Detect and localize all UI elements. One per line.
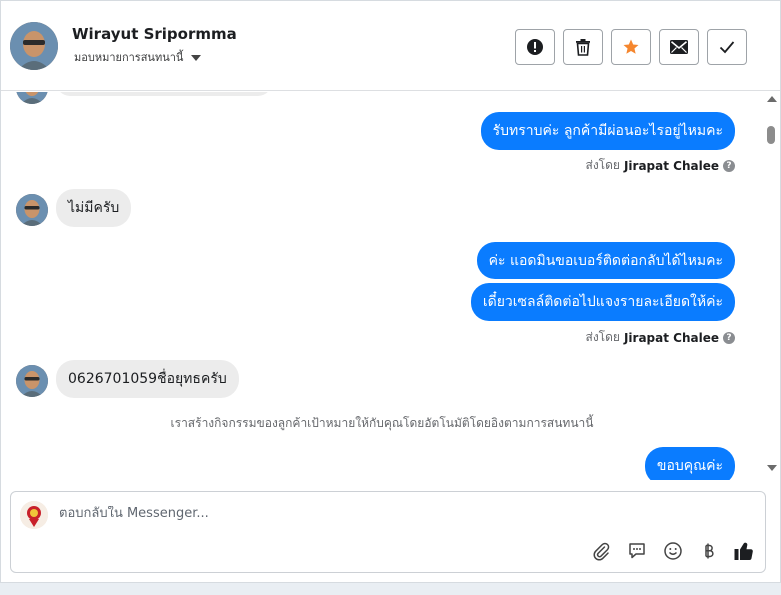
alert-circle-icon [527, 39, 543, 55]
assign-conversation-dropdown[interactable]: มอบหมายการสนทนานี้ [74, 48, 202, 66]
reply-input[interactable] [59, 506, 659, 521]
help-icon[interactable]: ? [723, 331, 735, 344]
conversation-header: Wirayut Sripormma มอบหมายการสนทนานี้ [1, 1, 780, 91]
contact-name[interactable]: Wirayut Sripormma [72, 25, 237, 43]
message-incoming[interactable]: ไม่มีครับ [56, 189, 132, 227]
sent-by-label: ส่งโดย Jirapat Chalee ? [585, 328, 735, 347]
reply-composer [10, 491, 766, 573]
done-button[interactable] [707, 29, 747, 65]
message-outgoing[interactable]: ขอบคุณค่ะ [644, 447, 735, 480]
sent-by-prefix: ส่งโดย [585, 330, 620, 344]
baht-payment-icon[interactable] [697, 539, 721, 563]
trash-icon [576, 39, 590, 56]
message-scrollbar[interactable] [764, 92, 779, 478]
thumbs-up-icon[interactable] [732, 539, 756, 563]
report-button[interactable] [515, 29, 555, 65]
saved-replies-icon[interactable] [625, 539, 649, 563]
contact-avatar-small [16, 194, 48, 226]
mail-button[interactable] [659, 29, 699, 65]
message-outgoing[interactable]: ค่ะ แอดมินขอเบอร์ติดต่อกลับได้ไหมคะ [476, 242, 735, 279]
scroll-up-arrow-icon[interactable] [767, 96, 777, 102]
message-thread[interactable]: รับทราบค่ะ ลูกค้ามีผ่อนอะไรอยู่ไหมคะ ส่ง… [1, 92, 763, 480]
help-icon[interactable]: ? [723, 159, 735, 172]
page-avatar [20, 501, 48, 529]
scroll-thumb[interactable] [767, 126, 775, 144]
system-message: เราสร้างกิจกรรมของลูกค้าเป้าหมายให้กับคุ… [170, 416, 594, 430]
message-incoming-cutoff [56, 92, 272, 96]
delete-button[interactable] [563, 29, 603, 65]
chevron-down-icon [191, 55, 202, 61]
sent-by-label: ส่งโดย Jirapat Chalee ? [585, 156, 735, 175]
contact-avatar[interactable] [10, 22, 58, 70]
message-incoming[interactable]: 0626701059ชื่อยุทธครับ [56, 360, 239, 398]
sent-by-prefix: ส่งโดย [585, 158, 620, 172]
check-icon [719, 41, 735, 54]
assign-label: มอบหมายการสนทนานี้ [74, 51, 184, 64]
scroll-down-arrow-icon[interactable] [767, 465, 777, 471]
sent-by-name: Jirapat Chalee [623, 330, 719, 345]
sent-by-name: Jirapat Chalee [623, 158, 719, 173]
emoji-icon[interactable] [661, 539, 685, 563]
attachment-icon[interactable] [589, 539, 613, 563]
contact-avatar-small [16, 92, 48, 104]
envelope-icon [670, 40, 688, 54]
star-icon [623, 39, 639, 54]
conversation-window: Wirayut Sripormma มอบหมายการสนทนานี้ รับ… [0, 0, 781, 583]
contact-avatar-small [16, 365, 48, 397]
message-outgoing[interactable]: รับทราบค่ะ ลูกค้ามีผ่อนอะไรอยู่ไหมคะ [480, 112, 735, 150]
message-outgoing[interactable]: เดี๋ยวเซลล์ติดต่อไปแจงรายละเอียดให้ค่ะ [470, 283, 735, 321]
star-button[interactable] [611, 29, 651, 65]
